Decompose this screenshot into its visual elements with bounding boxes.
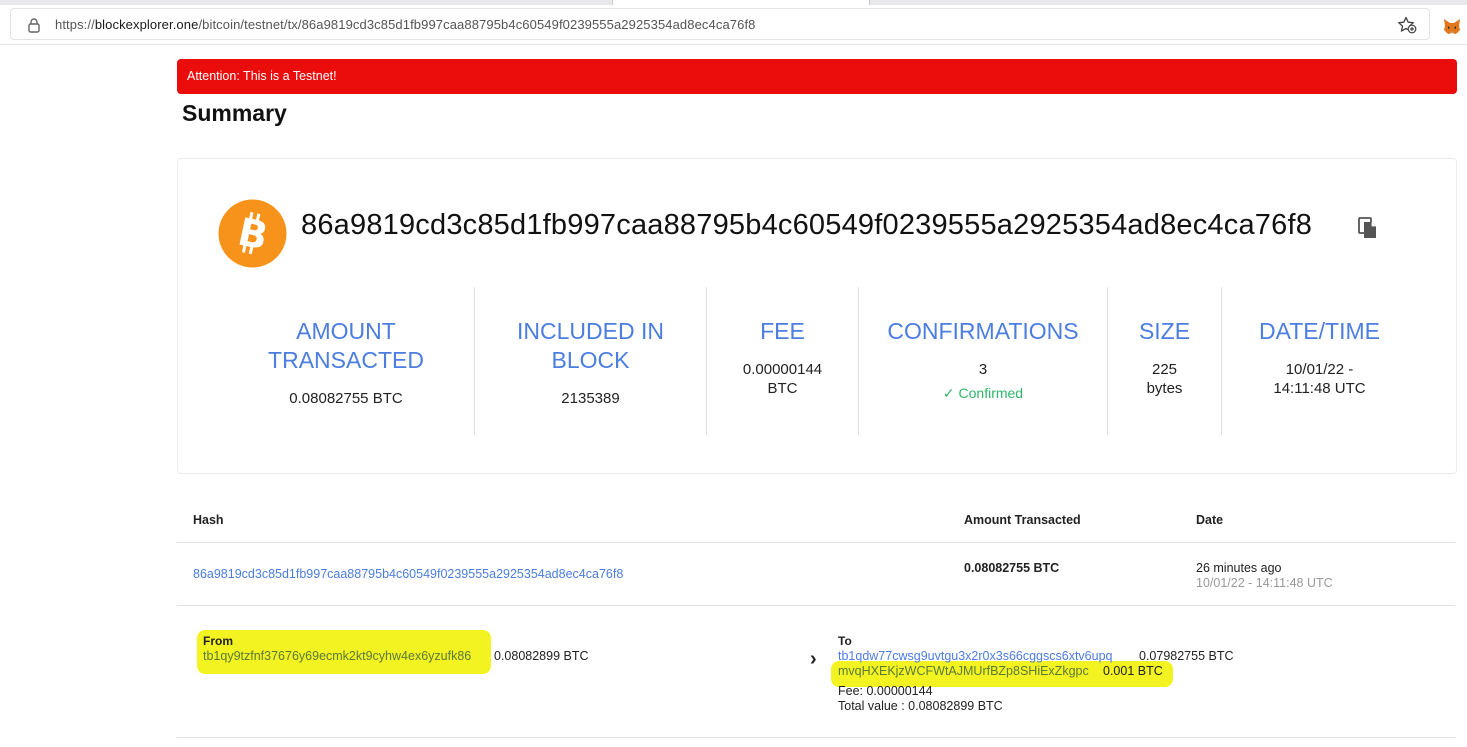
- from-label: From: [203, 634, 233, 648]
- to-address-link-2[interactable]: mvqHXEKjzWCFWtAJMUrfBZp8SHiExZkgpc: [838, 664, 1089, 678]
- total-value-line: Total value : 0.08082899 BTC: [838, 699, 1003, 713]
- row-date-full: 10/01/22 - 14:11:48 UTC: [1196, 576, 1333, 590]
- stat-size: SIZE 225 bytes: [1107, 287, 1221, 435]
- stat-value: 0.08082755 BTC: [289, 390, 403, 407]
- arrow-right-icon: ›: [810, 648, 817, 670]
- to-amount-1: 0.07982755 BTC: [1139, 649, 1234, 663]
- bottom-divider: [177, 737, 1455, 738]
- stat-label: SIZE: [1138, 318, 1191, 344]
- confirmed-status: ✓ Confirmed: [942, 385, 1024, 401]
- browser-toolbar: https://blockexplorer.one/bitcoin/testne…: [0, 5, 1467, 45]
- page-title: Summary: [182, 100, 287, 126]
- to-amount-2: 0.001 BTC: [1103, 664, 1163, 678]
- to-label: To: [838, 634, 852, 648]
- fee-line: Fee: 0.00000144: [838, 684, 933, 698]
- stat-date-time: DATE/TIME 10/01/22 - 14:11:48 UTC: [1221, 287, 1417, 435]
- stat-value: 10/01/22 - 14:11:48 UTC: [1273, 361, 1366, 397]
- stat-label: FEE: [760, 318, 805, 344]
- column-header-amount: Amount Transacted: [964, 513, 1081, 527]
- testnet-alert: Attention: This is a Testnet!: [177, 59, 1457, 94]
- row-date-relative: 26 minutes ago: [1196, 561, 1282, 575]
- row-divider: [177, 605, 1455, 606]
- url-prefix: https://: [55, 17, 95, 32]
- stat-label: AMOUNT TRANSACTED: [268, 318, 424, 373]
- stat-label: DATE/TIME: [1259, 318, 1380, 344]
- stat-included-in-block: INCLUDED IN BLOCK 2135389: [474, 287, 706, 435]
- stat-value: 2135389: [561, 390, 620, 407]
- stat-value: 225 bytes: [1146, 361, 1183, 397]
- stat-value: 0.00000144 BTC: [742, 361, 823, 397]
- copy-icon[interactable]: [1358, 217, 1378, 239]
- transaction-hash-heading: 86a9819cd3c85d1fb997caa88795b4c60549f023…: [301, 209, 1313, 241]
- address-bar[interactable]: https://blockexplorer.one/bitcoin/testne…: [10, 8, 1430, 40]
- column-header-hash: Hash: [193, 513, 224, 527]
- row-amount: 0.08082755 BTC: [964, 561, 1060, 575]
- from-address-link[interactable]: tb1qy9tzfnf37676y69ecmk2kt9cyhw4ex6yzufk…: [203, 649, 471, 663]
- stat-label: CONFIRMATIONS: [887, 318, 1079, 344]
- column-header-date: Date: [1196, 513, 1224, 527]
- metamask-fox-icon[interactable]: [1442, 17, 1462, 37]
- add-favorite-icon[interactable]: [1397, 16, 1417, 34]
- transaction-summary-card: B 86a9819cd3c85d1fb997caa88795b4c60549f0…: [177, 158, 1457, 474]
- from-amount: 0.08082899 BTC: [494, 649, 589, 663]
- url-host: blockexplorer.one: [94, 17, 199, 32]
- stat-label: INCLUDED IN BLOCK: [517, 318, 664, 373]
- stat-amount-transacted: AMOUNT TRANSACTED 0.08082755 BTC: [218, 287, 474, 435]
- lock-icon[interactable]: [27, 17, 41, 33]
- transaction-hash-link[interactable]: 86a9819cd3c85d1fb997caa88795b4c60549f023…: [193, 567, 623, 581]
- bitcoin-icon: B: [218, 199, 287, 268]
- url-text[interactable]: https://blockexplorer.one/bitcoin/testne…: [55, 17, 755, 32]
- alert-text: Attention: This is a Testnet!: [187, 69, 337, 83]
- header-divider: [177, 542, 1455, 543]
- to-address-link-1[interactable]: tb1qdw77cwsg9uvtgu3x2r0x3s66cggscs6xtv6u…: [838, 649, 1112, 663]
- stat-fee: FEE 0.00000144 BTC: [706, 287, 858, 435]
- url-path: /bitcoin/testnet/tx/86a9819cd3c85d1fb997…: [198, 17, 756, 32]
- stat-value: 3: [978, 361, 988, 378]
- stat-confirmations: CONFIRMATIONS 3 ✓ Confirmed: [858, 287, 1107, 435]
